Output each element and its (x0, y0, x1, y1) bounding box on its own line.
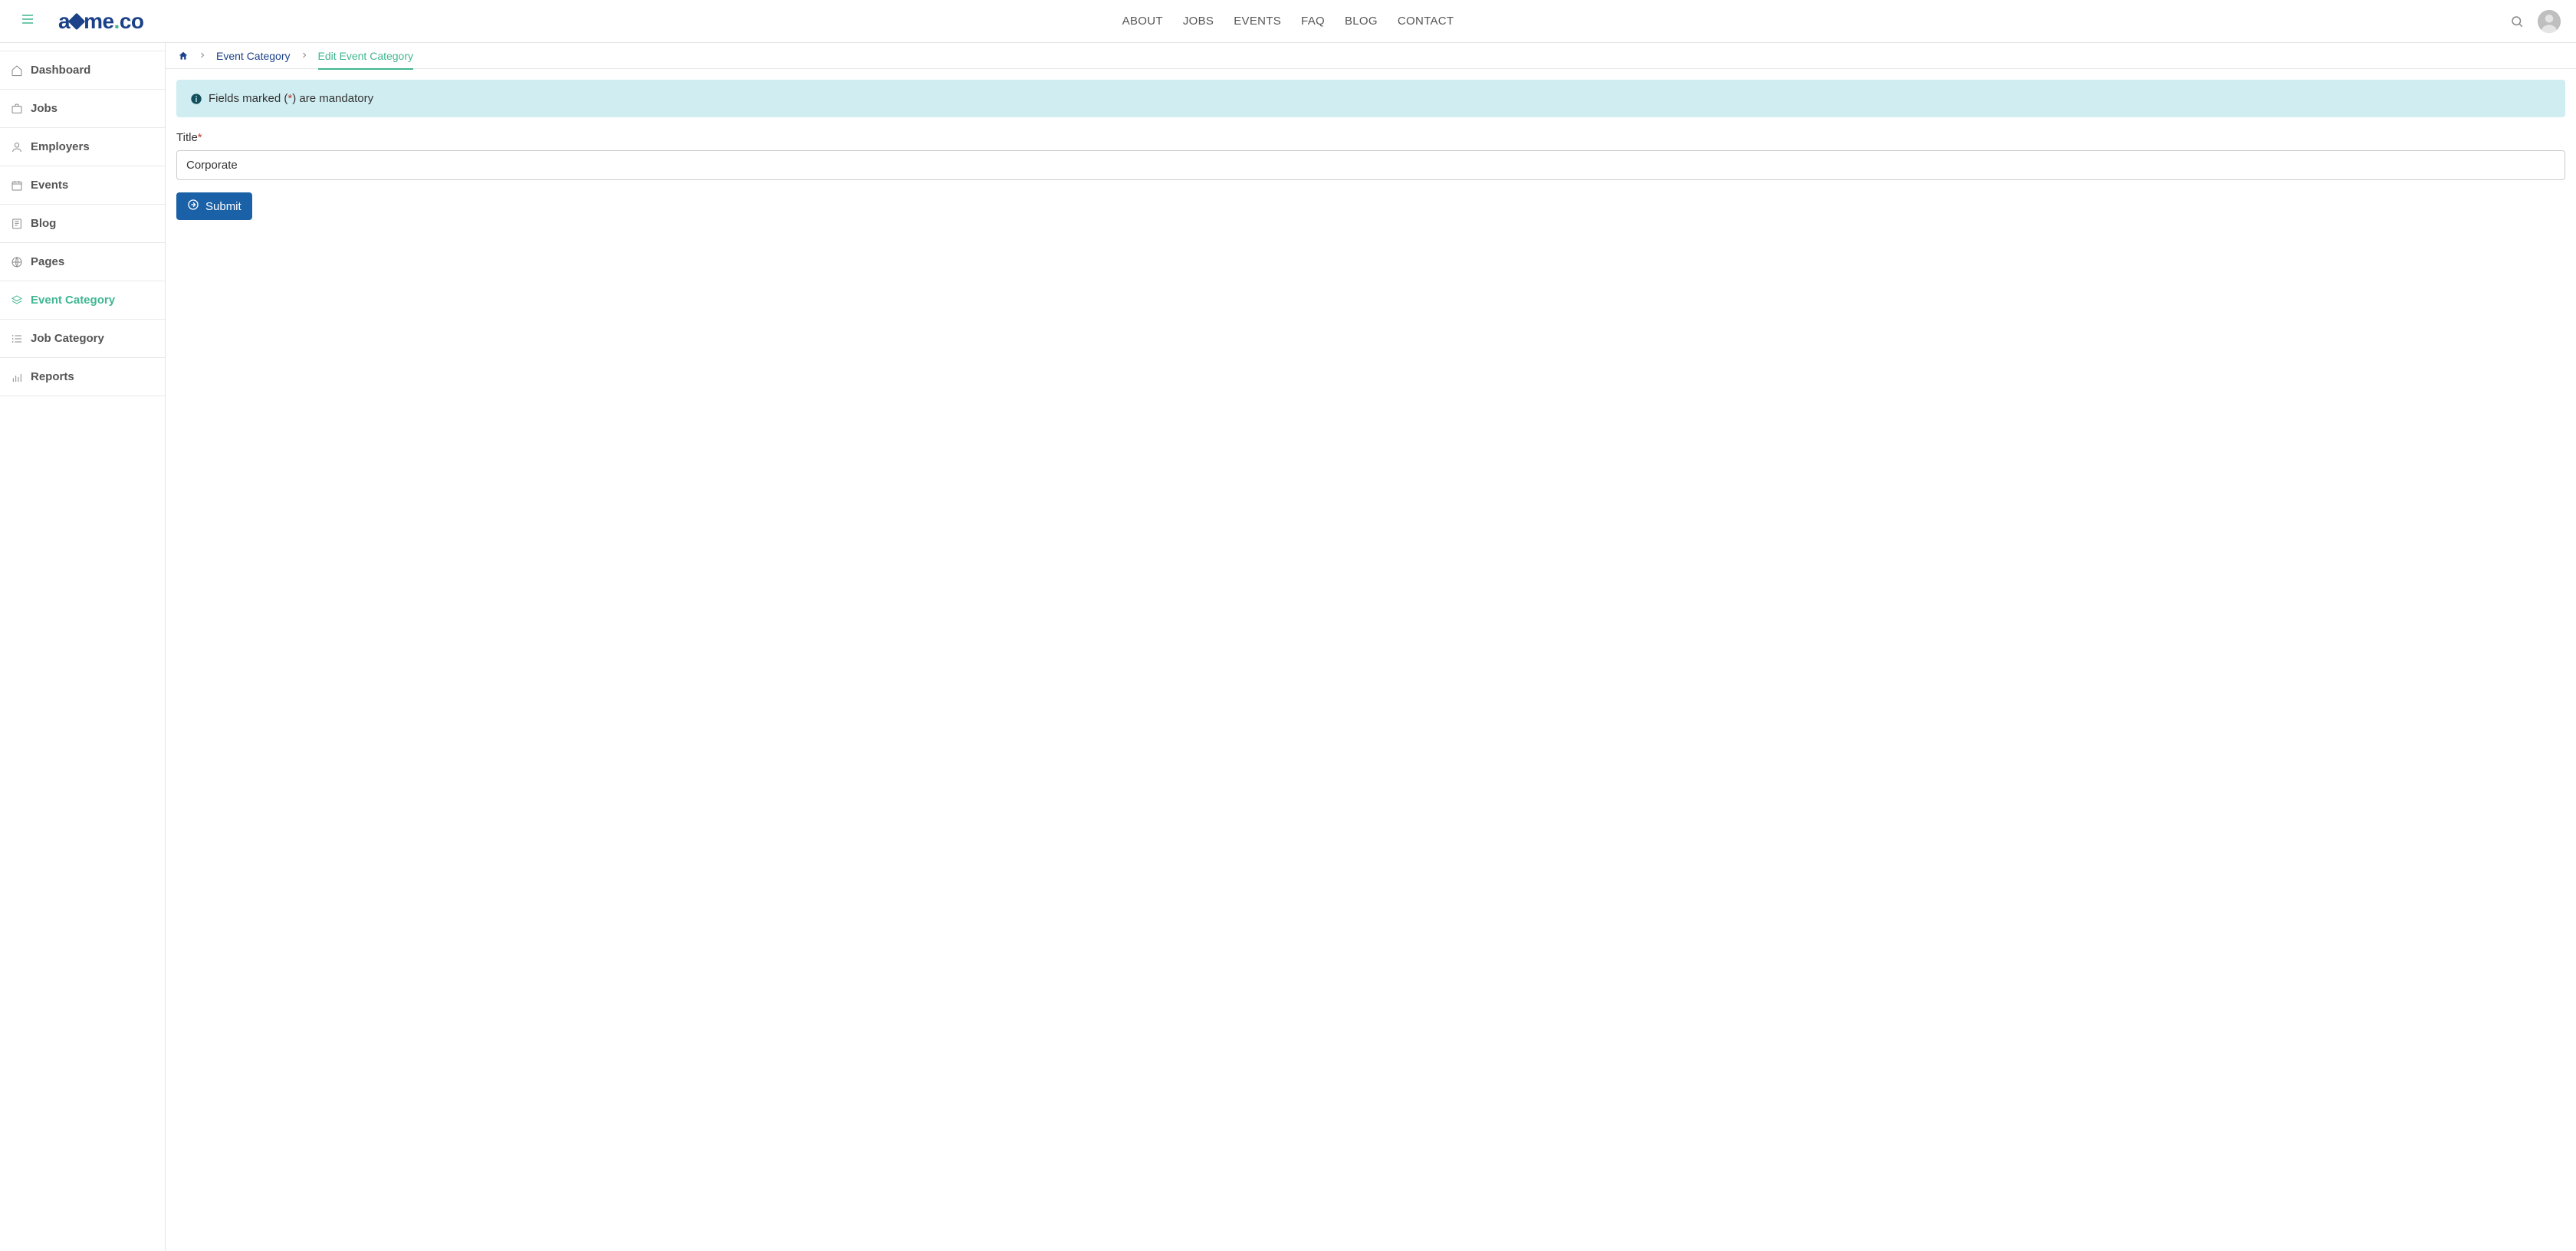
list-icon (11, 333, 23, 345)
avatar[interactable] (2538, 10, 2561, 33)
chevron-right-icon (300, 50, 309, 70)
menu-toggle[interactable] (15, 11, 40, 31)
nav-blog[interactable]: BLOG (1342, 10, 1381, 32)
search-icon (2510, 15, 2524, 28)
title-label: Title* (176, 131, 2565, 144)
sidebar-item-dashboard[interactable]: Dashboard (0, 51, 165, 90)
sidebar-item-label: Pages (31, 255, 64, 268)
breadcrumb-current: Edit Event Category (318, 50, 414, 70)
briefcase-icon (11, 103, 23, 115)
app-header: ame.co ABOUT JOBS EVENTS FAQ BLOG CONTAC… (0, 0, 2576, 43)
main-content: Event Category Edit Event Category Field… (166, 43, 2576, 1251)
sidebar-item-event-category[interactable]: Event Category (0, 281, 165, 320)
sidebar-item-employers[interactable]: Employers (0, 128, 165, 166)
nav-faq[interactable]: FAQ (1298, 10, 1328, 32)
calendar-icon (11, 179, 23, 192)
breadcrumb-event-category[interactable]: Event Category (216, 50, 291, 70)
sidebar-item-label: Reports (31, 370, 74, 383)
sidebar-item-label: Event Category (31, 294, 115, 307)
sidebar-item-events[interactable]: Events (0, 166, 165, 205)
mandatory-alert: Fields marked (*) are mandatory (176, 80, 2565, 117)
chart-icon (11, 371, 23, 383)
home-icon (178, 51, 189, 61)
sidebar-item-label: Employers (31, 140, 90, 153)
submit-button[interactable]: Submit (176, 192, 252, 220)
sidebar-item-label: Dashboard (31, 64, 90, 77)
logo-diamond-icon (68, 12, 86, 30)
breadcrumb: Event Category Edit Event Category (166, 43, 2576, 69)
user-icon (11, 141, 23, 153)
book-icon (11, 218, 23, 230)
sidebar-item-blog[interactable]: Blog (0, 205, 165, 243)
sidebar-item-label: Jobs (31, 102, 58, 115)
alert-text: Fields marked (*) are mandatory (209, 92, 373, 105)
header-right (2505, 10, 2561, 33)
home-icon (11, 64, 23, 77)
arrow-circle-icon (187, 199, 199, 214)
logo-text: ame.co (58, 9, 144, 34)
layers-icon (11, 294, 23, 307)
nav-events[interactable]: EVENTS (1230, 10, 1284, 32)
submit-label: Submit (205, 200, 242, 213)
sidebar-item-reports[interactable]: Reports (0, 358, 165, 396)
avatar-icon (2538, 10, 2561, 33)
top-nav: ABOUT JOBS EVENTS FAQ BLOG CONTACT (1119, 10, 1457, 32)
sidebar-item-jobs[interactable]: Jobs (0, 90, 165, 128)
sidebar: Dashboard Jobs Employers Events Blog Pag… (0, 43, 166, 1251)
sidebar-item-pages[interactable]: Pages (0, 243, 165, 281)
search-button[interactable] (2505, 10, 2528, 33)
chevron-right-icon (198, 50, 207, 70)
sidebar-item-label: Events (31, 179, 68, 192)
globe-icon (11, 256, 23, 268)
title-input[interactable] (176, 150, 2565, 180)
logo[interactable]: ame.co (58, 9, 144, 34)
breadcrumb-home[interactable] (178, 51, 189, 69)
nav-contact[interactable]: CONTACT (1395, 10, 1457, 32)
nav-about[interactable]: ABOUT (1119, 10, 1166, 32)
sidebar-item-label: Job Category (31, 332, 104, 345)
nav-jobs[interactable]: JOBS (1180, 10, 1217, 32)
sidebar-item-job-category[interactable]: Job Category (0, 320, 165, 358)
info-icon (190, 93, 202, 105)
menu-icon (21, 14, 34, 28)
sidebar-item-label: Blog (31, 217, 56, 230)
